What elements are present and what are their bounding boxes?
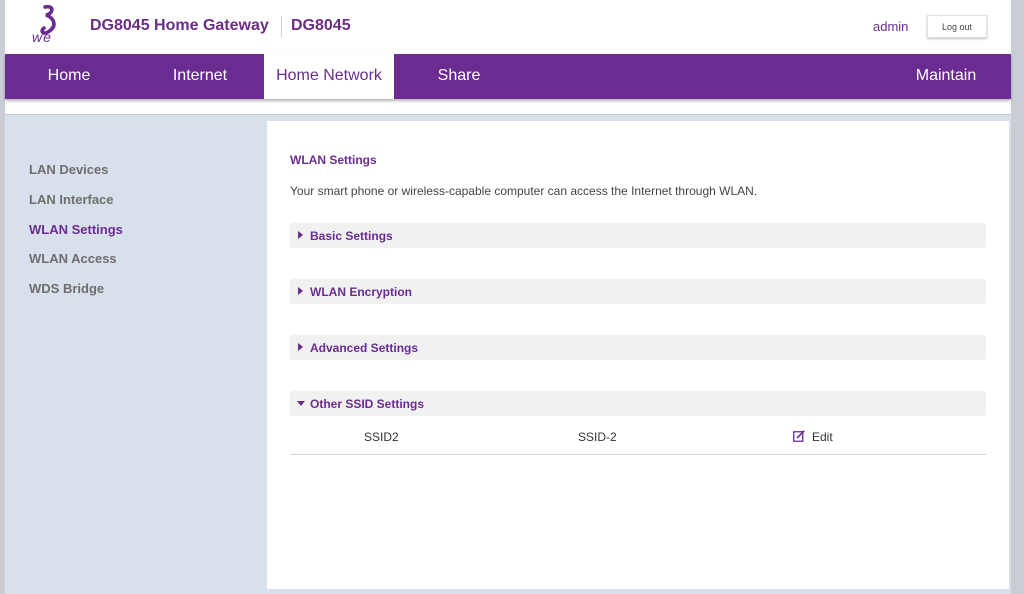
we-logo: we — [31, 2, 71, 48]
nav-item-home[interactable]: Home — [23, 54, 115, 99]
logout-button[interactable]: Log out — [927, 15, 987, 38]
triangle-right-icon — [298, 287, 303, 295]
section-label: Other SSID Settings — [310, 397, 425, 411]
nav-item-home-network[interactable]: Home Network — [264, 54, 394, 99]
main-nav: Home Internet Home Network Share Maintai… — [5, 54, 1011, 99]
product-title: DG8045 Home Gateway — [90, 17, 269, 34]
model-title: DG8045 — [291, 17, 351, 34]
page-description: Your smart phone or wireless-capable com… — [290, 184, 758, 198]
sidebar-item-wlan-access[interactable]: WLAN Access — [29, 251, 117, 266]
nav-item-share[interactable]: Share — [419, 54, 499, 99]
title-separator — [281, 16, 282, 37]
section-wlan-encryption[interactable]: WLAN Encryption — [290, 279, 986, 304]
edit-icon — [793, 430, 805, 442]
page-title: WLAN Settings — [290, 153, 377, 167]
edit-label: Edit — [812, 430, 833, 444]
ssid-name: SSID2 — [364, 430, 399, 444]
section-label: Advanced Settings — [310, 341, 419, 355]
section-basic-settings[interactable]: Basic Settings — [290, 223, 986, 248]
sidebar-item-lan-devices[interactable]: LAN Devices — [29, 162, 108, 177]
section-other-ssid-settings[interactable]: Other SSID Settings — [290, 391, 986, 416]
section-label: WLAN Encryption — [310, 285, 412, 299]
section-advanced-settings[interactable]: Advanced Settings — [290, 335, 986, 360]
header: we DG8045 Home Gateway DG8045 admin Log … — [5, 0, 1011, 54]
logo-text: we — [32, 29, 52, 45]
user-name: admin — [873, 19, 909, 34]
triangle-right-icon — [298, 343, 303, 351]
nav-item-maintain[interactable]: Maintain — [901, 54, 991, 99]
page: we DG8045 Home Gateway DG8045 admin Log … — [5, 0, 1011, 594]
sidebar-item-lan-interface[interactable]: LAN Interface — [29, 192, 114, 207]
sidebar-item-wlan-settings[interactable]: WLAN Settings — [29, 222, 123, 237]
triangle-right-icon — [298, 231, 303, 239]
nav-item-internet[interactable]: Internet — [155, 54, 245, 99]
triangle-down-icon — [297, 401, 305, 406]
table-row: SSID2 SSID-2 Edit — [290, 419, 986, 455]
sidebar-item-wds-bridge[interactable]: WDS Bridge — [29, 281, 104, 296]
content-panel: WLAN Settings Your smart phone or wirele… — [267, 121, 1009, 589]
section-label: Basic Settings — [310, 229, 393, 243]
ssid-value: SSID-2 — [578, 430, 617, 444]
body-area: LAN Devices LAN Interface WLAN Settings … — [5, 114, 1011, 594]
